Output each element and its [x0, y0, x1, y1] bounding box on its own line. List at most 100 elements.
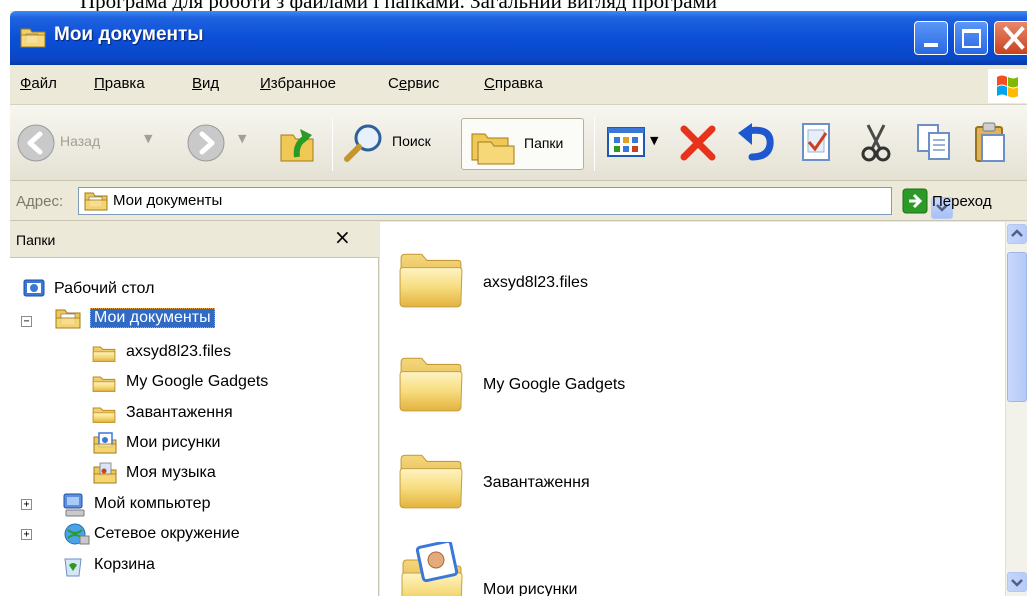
folders-pane-title: Папки: [16, 232, 56, 248]
back-button[interactable]: Назад ▼: [16, 119, 166, 167]
close-icon: [1003, 26, 1025, 50]
folders-button[interactable]: Папки: [461, 118, 584, 170]
menu-label-accelerator: е: [398, 75, 408, 92]
toolbar-separator: [594, 117, 595, 171]
my-music-icon: [93, 462, 117, 484]
go-button[interactable]: Переход: [902, 188, 1027, 216]
minimize-button[interactable]: [914, 21, 948, 55]
menu-label-rest: правка: [494, 75, 543, 92]
address-input[interactable]: Мои документы: [78, 187, 953, 219]
menu-label-rest: айл: [31, 75, 57, 92]
list-item[interactable]: My Google Gadgets: [380, 332, 980, 428]
tree-item-desktop[interactable]: Рабочий стол: [18, 277, 318, 303]
tree-item-my-pictures[interactable]: Мои рисунки: [92, 431, 372, 457]
toolbar-separator: [332, 117, 333, 171]
menu-file[interactable]: Файл: [20, 75, 57, 92]
up-folder-icon[interactable]: [278, 121, 316, 165]
tree-item-my-music[interactable]: Моя музыка: [92, 461, 372, 487]
tree-item-label: Мой компьютер: [94, 495, 211, 512]
menu-label-rest: рвис: [407, 75, 440, 92]
menu-tools[interactable]: Сервис: [388, 75, 439, 92]
back-dropdown-icon[interactable]: ▼: [144, 132, 152, 145]
chevron-down-icon: [1011, 579, 1023, 587]
vertical-scrollbar[interactable]: [1005, 222, 1027, 596]
folder-icon: [398, 248, 464, 310]
tree-item-label: Мои документы: [90, 308, 215, 328]
tree-item-my-documents[interactable]: Мои документы: [52, 307, 352, 333]
menu-label-accelerator: Ф: [20, 75, 32, 92]
scroll-up-button[interactable]: [1007, 224, 1027, 244]
menu-label-rest: равка: [104, 75, 145, 92]
close-button[interactable]: [994, 21, 1027, 55]
folder-icon: [398, 352, 464, 414]
windows-logo-icon: [988, 69, 1027, 103]
collapse-toggle[interactable]: −: [21, 316, 32, 327]
tree-item-label: Корзина: [94, 556, 155, 573]
maximize-button[interactable]: [954, 21, 988, 55]
properties-icon[interactable]: [796, 121, 836, 165]
recycle-bin-icon: [64, 558, 82, 577]
list-item-label: Завантаження: [483, 474, 590, 491]
back-label: Назад: [60, 133, 101, 149]
menu-help[interactable]: Справка: [484, 75, 543, 92]
scroll-down-button[interactable]: [1007, 572, 1027, 592]
close-icon[interactable]: ×: [334, 225, 351, 249]
list-item[interactable]: axsyd8l23.files: [380, 232, 980, 328]
my-pictures-icon: [93, 432, 117, 454]
tree-item-network[interactable]: Сетевое окружение: [52, 522, 352, 548]
document-caption: Програма для роботи з файлами і папками.…: [80, 0, 1027, 11]
search-label: Поиск: [392, 133, 431, 149]
views-icon: [607, 127, 645, 157]
tree-item-label: My Google Gadgets: [126, 373, 269, 390]
list-item[interactable]: Мои рисунки: [380, 526, 980, 596]
tree-item-folder[interactable]: axsyd8l23.files: [92, 340, 372, 366]
folders-icon: [471, 133, 515, 165]
tree-item-label: Рабочий стол: [54, 280, 155, 297]
address-value: Мои документы: [113, 192, 223, 209]
folder-icon: [92, 343, 116, 363]
search-button[interactable]: Поиск: [342, 119, 454, 167]
forward-button[interactable]: ▼: [186, 119, 266, 167]
menu-bar: Файл Правка Вид Избранное Сервис Справка: [10, 65, 1027, 105]
list-item[interactable]: Завантаження: [380, 429, 980, 525]
my-documents-icon: [84, 192, 108, 211]
paste-icon[interactable]: [972, 121, 1008, 165]
title-bar[interactable]: Мои документы: [10, 11, 1027, 65]
tree-item-label: axsyd8l23.files: [126, 343, 231, 360]
address-bar: Адрес: Мои документы Переход: [10, 181, 1027, 221]
expand-toggle[interactable]: +: [21, 499, 32, 510]
tree-item-folder[interactable]: Завантаження: [92, 401, 372, 427]
menu-label-accelerator: И: [260, 75, 271, 92]
back-arrow-icon: [17, 124, 55, 162]
folders-label: Папки: [524, 135, 564, 151]
cut-icon[interactable]: [856, 121, 896, 165]
scroll-thumb[interactable]: [1007, 252, 1027, 402]
forward-arrow-icon: [187, 124, 225, 162]
tree-item-recycle-bin[interactable]: Корзина: [52, 553, 352, 579]
standard-toolbar: Назад ▼ ▼ Поиск Папки ▼: [10, 105, 1027, 181]
forward-dropdown-icon[interactable]: ▼: [238, 132, 246, 145]
delete-icon[interactable]: [676, 121, 720, 165]
minimize-icon: [924, 43, 938, 47]
go-label: Переход: [932, 193, 992, 210]
menu-label-rest: ид: [202, 75, 220, 92]
views-button[interactable]: ▼: [606, 123, 670, 163]
menu-view[interactable]: Вид: [192, 75, 219, 92]
menu-edit[interactable]: Правка: [94, 75, 145, 92]
tree-item-folder[interactable]: My Google Gadgets: [92, 370, 372, 396]
menu-label-prefix: С: [388, 75, 399, 92]
address-label: Адрес:: [16, 193, 64, 210]
list-item-label: Мои рисунки: [483, 581, 578, 596]
list-item-label: axsyd8l23.files: [483, 274, 588, 291]
chevron-up-icon: [1011, 229, 1023, 237]
tree-item-my-computer[interactable]: Мой компьютер: [52, 492, 352, 518]
file-list: axsyd8l23.files My Google Gadgets Завант…: [380, 222, 1005, 596]
menu-favorites[interactable]: Избранное: [260, 75, 336, 92]
expand-toggle[interactable]: +: [21, 529, 32, 540]
folder-documents-icon: [20, 28, 46, 48]
views-dropdown-icon[interactable]: ▼: [650, 134, 658, 147]
tree-item-label: Моя музыка: [126, 464, 216, 481]
copy-icon[interactable]: [914, 121, 954, 165]
go-arrow-icon: [902, 188, 928, 214]
undo-icon[interactable]: [734, 121, 778, 165]
